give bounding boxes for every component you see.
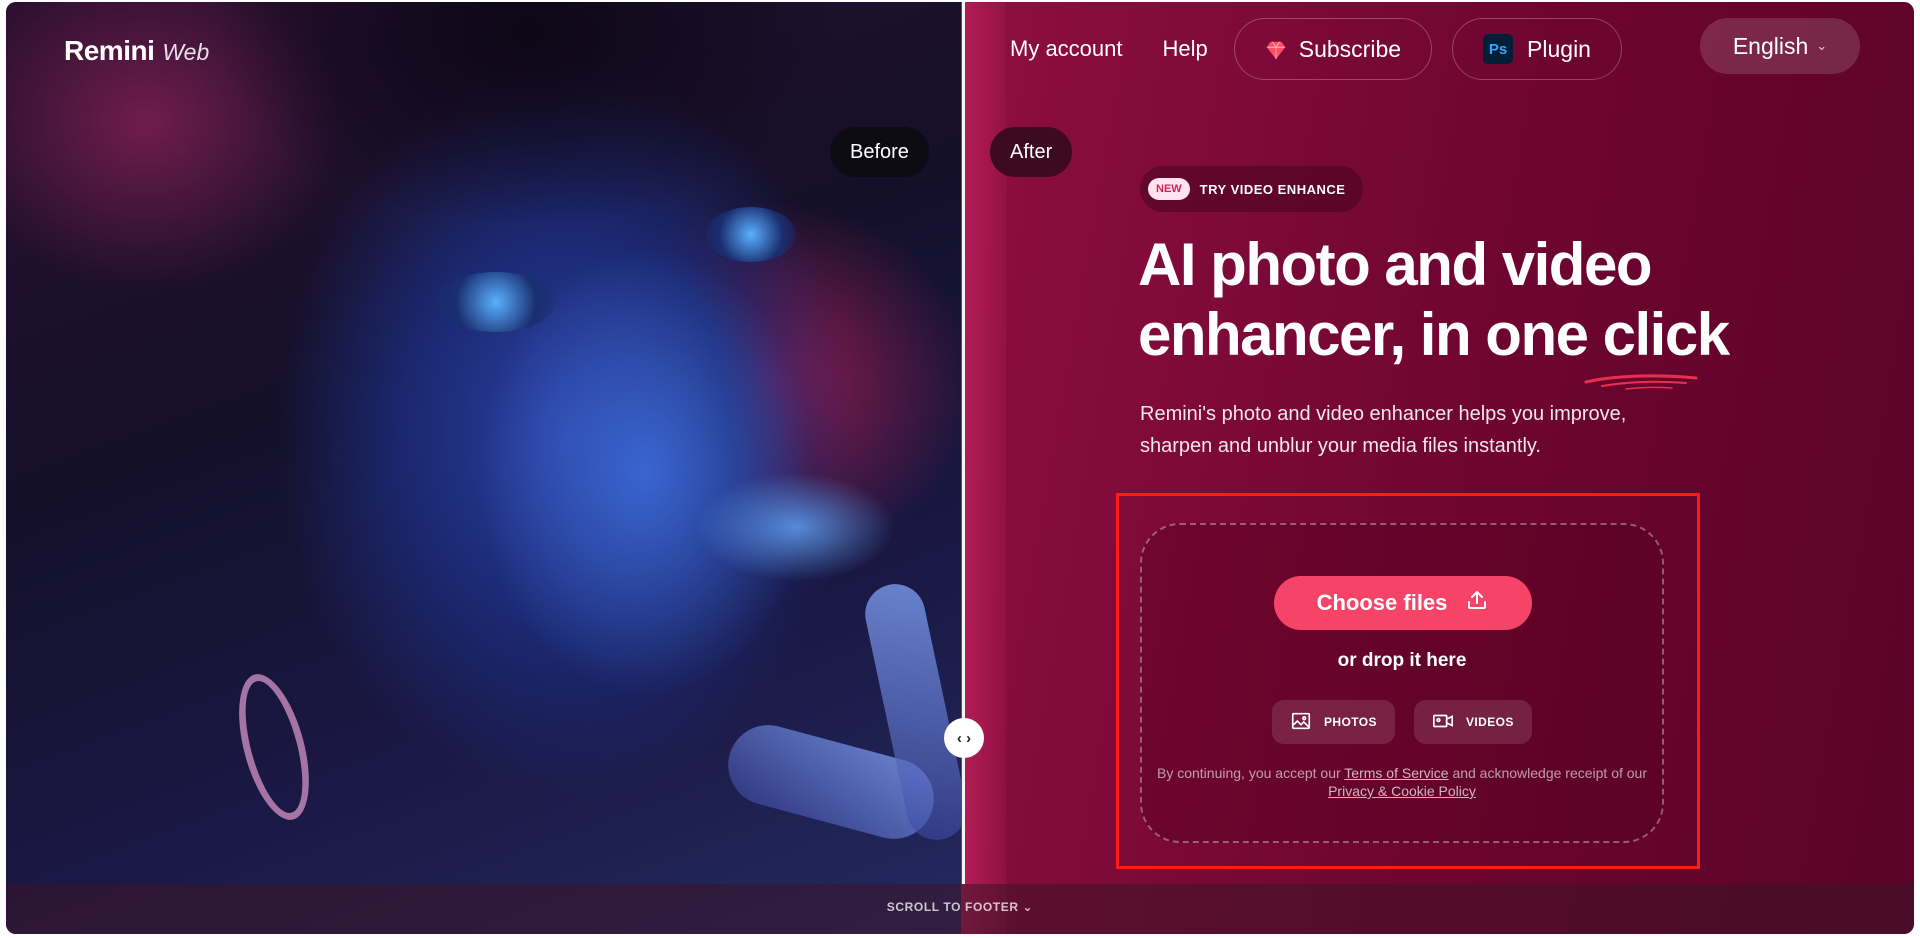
- photos-label: PHOTOS: [1324, 715, 1377, 729]
- plugin-button[interactable]: Ps Plugin: [1452, 18, 1622, 80]
- legal-prefix: By continuing, you accept our: [1156, 765, 1341, 781]
- eye-right: [706, 207, 796, 262]
- eye-left: [436, 272, 556, 332]
- upload-icon: [1465, 588, 1489, 618]
- hero-title-line2: enhancer, in one click: [1138, 301, 1730, 368]
- my-account-link[interactable]: My account: [1010, 36, 1123, 62]
- privacy-policy-link[interactable]: Privacy & Cookie Policy: [1328, 783, 1476, 799]
- app-frame: ‹ › Before After Remini Web My account H…: [6, 2, 1914, 934]
- comparison-drag-handle[interactable]: ‹ ›: [944, 718, 984, 758]
- plugin-label: Plugin: [1527, 35, 1591, 62]
- chevron-left-right-icon: ‹ ›: [956, 729, 972, 747]
- photos-filter-chip[interactable]: PHOTOS: [1272, 700, 1395, 744]
- legal-notice: By continuing, you accept our Terms of S…: [1140, 764, 1664, 800]
- new-tag: NEW: [1148, 178, 1190, 200]
- subscribe-button[interactable]: Subscribe: [1233, 18, 1433, 80]
- scribble-underline: [1584, 374, 1698, 390]
- top-nav: My account Help Subscribe Ps Plugin: [996, 18, 1642, 80]
- badge-text: TRY VIDEO ENHANCE: [1199, 181, 1346, 197]
- logo-sub-text: Web: [162, 39, 210, 65]
- image-icon: [1290, 710, 1312, 735]
- videos-filter-chip[interactable]: VIDEOS: [1414, 700, 1532, 744]
- choose-files-button[interactable]: Choose files: [1274, 576, 1532, 630]
- lips: [696, 472, 896, 582]
- logo[interactable]: Remini Web: [64, 35, 209, 67]
- subscribe-label: Subscribe: [1298, 35, 1402, 62]
- language-selector[interactable]: English ⌄: [1700, 18, 1860, 74]
- language-label: English: [1732, 32, 1809, 59]
- terms-of-service-link[interactable]: Terms of Service: [1344, 765, 1448, 781]
- chevron-down-icon: ⌄: [1022, 900, 1034, 914]
- help-link[interactable]: Help: [1163, 36, 1208, 62]
- choose-files-label: Choose files: [1316, 590, 1448, 615]
- gem-icon: [1265, 39, 1285, 60]
- drop-hint: or drop it here: [1337, 650, 1467, 671]
- scroll-to-footer-button[interactable]: SCROLL TO FOOTER ⌄: [6, 900, 1914, 914]
- hero-title-line1: AI photo and video: [1138, 231, 1652, 298]
- video-enhance-badge[interactable]: NEW TRY VIDEO ENHANCE: [1140, 166, 1364, 212]
- video-camera-icon: [1432, 710, 1454, 735]
- hero-title: AI photo and video enhancer, in one clic…: [1138, 230, 1778, 370]
- hero-subtitle: Remini's photo and video enhancer helps …: [1140, 403, 1627, 457]
- photoshop-icon: Ps: [1483, 34, 1514, 64]
- before-label: Before: [830, 127, 929, 177]
- legal-mid: and acknowledge receipt of our: [1452, 765, 1648, 781]
- videos-label: VIDEOS: [1466, 715, 1514, 729]
- scroll-to-footer-label: SCROLL TO FOOTER: [886, 900, 1019, 914]
- chevron-down-icon: ⌄: [1816, 38, 1828, 53]
- after-label: After: [990, 127, 1073, 177]
- logo-main-text: Remini: [64, 35, 155, 66]
